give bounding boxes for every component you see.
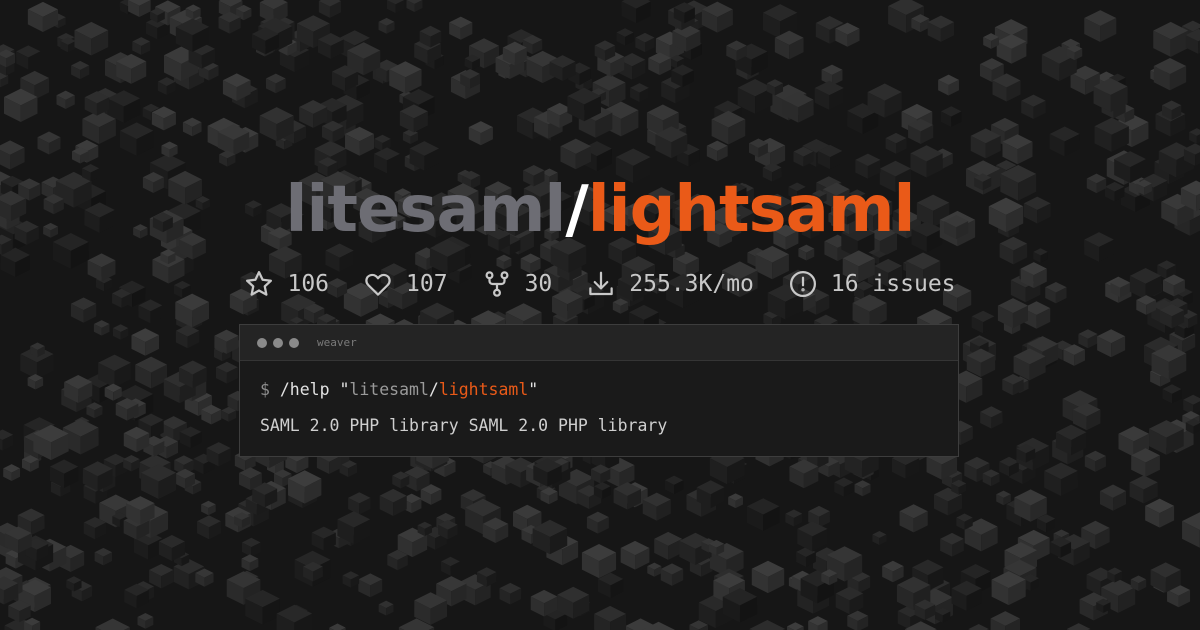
likes-count: 107 (406, 271, 448, 297)
close-quote: " (528, 380, 539, 399)
issues-stat: 16 issues (788, 269, 956, 299)
download-icon (586, 269, 616, 299)
downloads-stat: 255.3K/mo (586, 269, 754, 299)
likes-stat: 107 (363, 269, 448, 299)
command-arg-repo: lightsaml (438, 380, 529, 399)
open-quote: " (339, 380, 350, 399)
stars-stat: 106 (244, 269, 329, 299)
forks-count: 30 (524, 271, 553, 297)
window-dot-icon (289, 337, 299, 348)
repo-stats: 106 107 30 255.3K/mo 16 issues (0, 264, 1200, 304)
terminal-window: weaver $ /help "litesaml/lightsaml" SAML… (239, 324, 959, 457)
command-output: SAML 2.0 PHP library SAML 2.0 PHP librar… (260, 416, 668, 435)
issues-count: 16 issues (830, 271, 956, 297)
repo-title: litesaml/lightsaml (0, 168, 1200, 252)
downloads-count: 255.3K/mo (629, 271, 754, 297)
command-text: /help (279, 380, 330, 399)
prompt-symbol: $ (260, 380, 270, 399)
star-icon (244, 269, 274, 299)
repo-name: lightsaml (587, 173, 916, 247)
repo-separator: / (565, 173, 588, 247)
window-dot-icon (273, 337, 283, 348)
command-arg-separator: / (428, 380, 439, 399)
window-dot-icon (257, 337, 267, 348)
terminal-title: weaver (317, 336, 357, 349)
alert-circle-icon (788, 269, 818, 299)
cube-pattern-background (0, 0, 1200, 630)
repo-owner: litesaml (285, 173, 567, 247)
terminal-titlebar: weaver (240, 325, 958, 361)
fork-icon (482, 269, 512, 299)
command-arg-owner: litesaml (349, 380, 429, 399)
stars-count: 106 (287, 271, 330, 297)
command-line: $ /help "litesaml/lightsaml" (260, 379, 958, 415)
forks-stat: 30 (482, 269, 553, 299)
terminal-body: $ /help "litesaml/lightsaml" SAML 2.0 PH… (240, 361, 958, 451)
heart-icon (363, 269, 393, 299)
